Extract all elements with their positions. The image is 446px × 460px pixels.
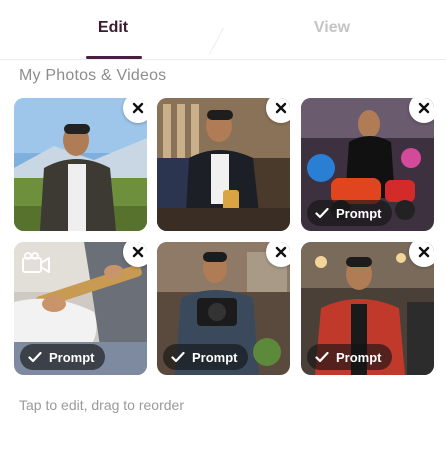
photo-tile-5[interactable]: Prompt — [157, 242, 290, 375]
photo-tile-6[interactable]: Prompt — [301, 242, 434, 375]
close-icon — [418, 102, 430, 114]
prompt-badge[interactable]: Prompt — [307, 344, 392, 370]
prompt-badge[interactable]: Prompt — [163, 344, 248, 370]
close-icon — [132, 102, 144, 114]
checkmark-icon — [171, 351, 185, 363]
prompt-label: Prompt — [336, 349, 382, 365]
close-icon — [418, 246, 430, 258]
prompt-badge[interactable]: Prompt — [307, 200, 392, 226]
checkmark-icon — [315, 207, 329, 219]
close-icon — [275, 246, 287, 258]
prompt-label: Prompt — [192, 349, 238, 365]
video-tile-4[interactable]: Prompt — [14, 242, 147, 375]
tab-separator — [209, 27, 224, 55]
close-icon — [132, 246, 144, 258]
tab-bar: Edit View — [0, 0, 446, 60]
checkmark-icon — [315, 351, 329, 363]
video-camera-icon — [22, 252, 50, 273]
checkmark-icon — [28, 351, 42, 363]
prompt-label: Prompt — [49, 349, 95, 365]
tab-edit[interactable]: Edit — [53, 19, 173, 37]
close-icon — [275, 102, 287, 114]
tab-view[interactable]: View — [272, 19, 392, 37]
photo-tile-1[interactable] — [14, 98, 147, 231]
photo-tile-2[interactable] — [157, 98, 290, 231]
prompt-badge[interactable]: Prompt — [20, 344, 105, 370]
tab-divider — [0, 59, 446, 60]
prompt-label: Prompt — [336, 205, 382, 221]
photo-tile-3[interactable]: Prompt — [301, 98, 434, 231]
section-title: My Photos & Videos — [19, 67, 167, 84]
reorder-hint: Tap to edit, drag to reorder — [19, 397, 184, 413]
